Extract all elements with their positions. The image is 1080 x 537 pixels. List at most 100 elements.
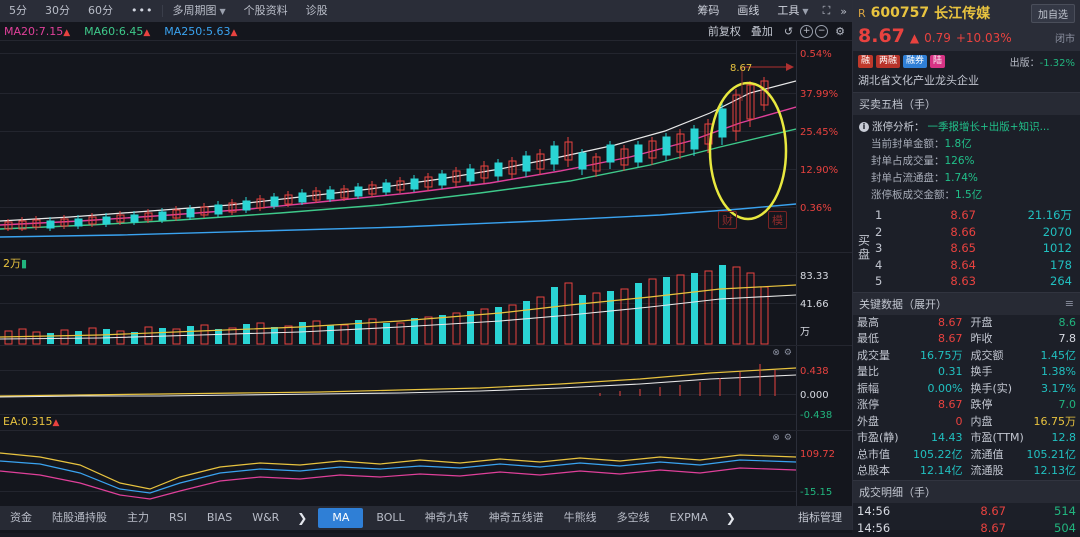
kd-value: 3.17%	[1041, 381, 1076, 398]
table-row: 最高8.67 开盘8.6	[853, 315, 1080, 332]
tab-expma[interactable]: EXPMA	[660, 506, 718, 530]
tab-rsi[interactable]: RSI	[159, 506, 197, 530]
zoom-in-icon[interactable]: +	[800, 25, 813, 38]
price-change-pct: +10.03%	[956, 31, 1012, 45]
tab-northbound-holdings[interactable]: 陆股通持股	[42, 506, 117, 530]
kd-value: 12.8	[1052, 430, 1077, 447]
scroll-right-icon-left[interactable]: ❯	[289, 511, 315, 525]
button-restore-right[interactable]: 前复权	[704, 23, 745, 39]
kd-key: 成交额	[971, 348, 1004, 365]
tab-magic-nine[interactable]: 神奇九转	[415, 506, 479, 530]
tab-main-force[interactable]: 主力	[117, 506, 159, 530]
axis-label: -0.438	[800, 410, 832, 421]
menu-icon[interactable]: ≡	[1065, 297, 1074, 310]
table-row[interactable]: 14:56 8.67 514	[853, 503, 1080, 520]
tab-period-5m[interactable]: 5分	[0, 0, 36, 22]
volume-pane[interactable]: 2万▮	[0, 252, 852, 345]
tab-long-short-line[interactable]: 多空线	[607, 506, 660, 530]
close-icon[interactable]: ⊗	[772, 433, 780, 443]
analysis-label: 涨停分析：	[872, 119, 925, 134]
table-row[interactable]: 2 8.66 2070	[875, 224, 1080, 241]
tab-period-60m[interactable]: 60分	[79, 0, 122, 22]
tab-magic-five-lines[interactable]: 神奇五线谱	[479, 506, 554, 530]
axis-label: -15.15	[800, 487, 832, 498]
tab-funds[interactable]: 资金	[0, 506, 42, 530]
period-toolbar: 5分 30分 60分 ••• 多周期图▼ 个股资料 诊股 筹码 画线 工具▼ ⛶…	[0, 0, 852, 22]
kd-key: 市盈(TTM)	[971, 430, 1024, 447]
zoom-out-icon[interactable]: −	[815, 25, 828, 38]
tab-multi-period[interactable]: 多周期图▼	[163, 0, 234, 22]
volume-label: 2万▮	[3, 255, 27, 271]
ma60-legend: MA60:6.45▲	[84, 25, 150, 38]
tab-diagnose[interactable]: 诊股	[297, 0, 337, 22]
button-indicator-manage[interactable]: 指标管理	[788, 506, 852, 530]
kd-cell: 市盈(TTM) 12.8	[967, 430, 1080, 447]
tag-short[interactable]: 融券	[903, 55, 927, 68]
indicator-tab-bar: 资金 陆股通持股 主力 RSI BIAS W&R ❯ MA BOLL 神奇九转 …	[0, 506, 852, 530]
table-row[interactable]: 3 8.65 1012	[875, 240, 1080, 257]
gear-icon[interactable]: ⚙	[830, 25, 850, 38]
button-overlay[interactable]: 叠加	[747, 23, 777, 39]
table-row[interactable]: 5 8.63 264	[875, 273, 1080, 290]
tab-boll[interactable]: BOLL	[366, 506, 414, 530]
tag-connect[interactable]: 陆	[930, 55, 945, 68]
table-row: 总股本12.14亿 流通股12.13亿	[853, 463, 1080, 480]
kd-cell: 开盘8.6	[967, 315, 1080, 332]
analysis-row: 封单占流通盘：1.74%	[859, 170, 1074, 185]
analysis-row-value: 126%	[945, 155, 975, 167]
gear-icon[interactable]: ⚙	[784, 348, 792, 358]
tab-wr[interactable]: W&R	[242, 506, 289, 530]
price-callout: 8.67	[730, 63, 752, 74]
stock-price-row: 8.67 ▲ 0.79 +10.03% 闭市	[858, 25, 1075, 47]
kd-cell: 换手1.38%	[967, 364, 1080, 381]
add-to-watchlist-button[interactable]: 加自选	[1031, 4, 1075, 23]
table-row[interactable]: 4 8.64 178	[875, 257, 1080, 274]
tag-margin[interactable]: 融	[858, 55, 873, 68]
macd-pane[interactable]: ⊗ ⚙ EA:0.315▲	[0, 345, 852, 430]
kd-value: 105.21亿	[1027, 447, 1077, 464]
scroll-right-icon[interactable]: ❯	[718, 511, 744, 525]
analysis-title-row: i 涨停分析： 一季报增长+出版+知识...	[859, 119, 1074, 134]
tab-bull-bear-line[interactable]: 牛熊线	[554, 506, 607, 530]
tab-bias[interactable]: BIAS	[197, 506, 242, 530]
axis-label: 0.54%	[800, 49, 832, 60]
chevron-right-icon[interactable]: »	[835, 5, 852, 18]
tab-more-periods[interactable]: •••	[122, 0, 162, 22]
close-icon[interactable]: ⊗	[772, 348, 780, 358]
table-row[interactable]: 14:56 8.67 504	[853, 520, 1080, 537]
tab-stock-info[interactable]: 个股资料	[235, 0, 297, 22]
axis-label: 37.99%	[800, 89, 838, 100]
undo-icon[interactable]: ↺	[779, 25, 798, 38]
stock-detail-panel: R 600757 长江传媒 加自选 8.67 ▲ 0.79 +10.03% 闭市…	[852, 0, 1080, 530]
deal-detail-header[interactable]: 成交明细（手）	[853, 480, 1080, 503]
deal-detail-title: 成交明细（手）	[859, 484, 936, 500]
kd-key: 开盘	[971, 315, 993, 332]
table-row[interactable]: 1 8.67 21.16万	[875, 207, 1080, 224]
tab-period-30m[interactable]: 30分	[36, 0, 79, 22]
kd-key: 成交量	[857, 348, 890, 365]
axis-label: 41.66	[800, 299, 829, 310]
kd-value: 8.67	[938, 331, 963, 348]
tab-ma[interactable]: MA	[318, 508, 363, 528]
macd-pane-buttons[interactable]: ⊗ ⚙	[772, 348, 792, 358]
button-drawline[interactable]: 画线	[728, 0, 768, 22]
rsi-pane-buttons[interactable]: ⊗ ⚙	[772, 433, 792, 443]
axis-unit: 万	[800, 323, 810, 338]
kd-value: 16.75万	[1034, 414, 1077, 431]
button-chips[interactable]: 筹码	[688, 0, 728, 22]
kd-value: 12.13亿	[1034, 463, 1077, 480]
sector-info[interactable]: 出版：-1.32%	[1010, 54, 1075, 69]
key-data-header[interactable]: 关键数据（展开） ≡	[853, 292, 1080, 315]
kd-key: 总股本	[857, 463, 890, 480]
price-change: 0.79	[924, 31, 951, 45]
tag-dual-margin[interactable]: 两融	[876, 55, 900, 68]
expand-icon[interactable]: ⛶	[818, 4, 836, 18]
rsi-pane[interactable]: ⊗ ⚙ 109.72 -15.15	[0, 430, 852, 515]
button-tools[interactable]: 工具▼	[768, 0, 817, 22]
price-pane[interactable]: 8.67 财 模 0.54% 37.99% 25.45% 12.90% 0.36…	[0, 40, 852, 252]
stock-description: 湖北省文化产业龙头企业	[853, 71, 1080, 92]
tools-label: 工具	[777, 4, 799, 17]
volume-plot	[0, 253, 796, 345]
kd-value: 8.67	[938, 315, 963, 332]
gear-icon[interactable]: ⚙	[784, 433, 792, 443]
